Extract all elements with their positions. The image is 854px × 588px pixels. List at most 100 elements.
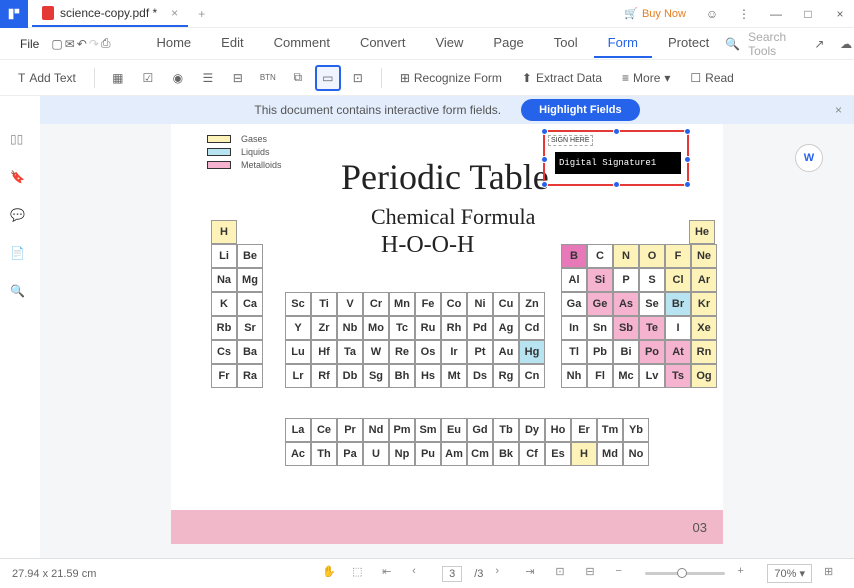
zoom-out-icon[interactable]: − [615, 565, 633, 583]
undo-icon[interactable]: ↶ [77, 32, 87, 56]
resize-handle[interactable] [684, 156, 691, 163]
resize-handle[interactable] [541, 128, 548, 135]
new-tab-button[interactable]: + [188, 7, 215, 21]
element-Kr: Kr [691, 292, 717, 316]
search-icon[interactable]: 🔍 [725, 37, 740, 51]
zoom-slider[interactable] [645, 572, 725, 575]
pdf-icon [42, 6, 54, 20]
element-Zn: Zn [519, 292, 545, 316]
resize-handle[interactable] [684, 128, 691, 135]
element-Lu: Lu [285, 340, 311, 364]
search-tools[interactable]: Search Tools [748, 30, 802, 58]
form-checkbox-icon[interactable]: ☑ [135, 65, 161, 91]
menu-tool[interactable]: Tool [540, 29, 592, 58]
doc-subtitle: Chemical Formula [371, 204, 535, 230]
redo-icon[interactable]: ↷ [89, 32, 99, 56]
menu-home[interactable]: Home [142, 29, 205, 58]
zoom-in-icon[interactable]: + [737, 565, 755, 583]
kebab-icon[interactable]: ⋮ [730, 0, 758, 28]
element-Tc: Tc [389, 316, 415, 340]
form-image-icon[interactable]: ⊡ [345, 65, 371, 91]
layout-icon[interactable]: ⊞ [824, 565, 842, 583]
fit-page-icon[interactable]: ⊡ [555, 565, 573, 583]
form-textfield-icon[interactable]: ▦ [105, 65, 131, 91]
menu-form[interactable]: Form [594, 29, 652, 58]
word-export-icon[interactable]: W [795, 144, 823, 172]
resize-handle[interactable] [613, 128, 620, 135]
element-Hf: Hf [311, 340, 337, 364]
form-date-icon[interactable]: ⧉ [285, 65, 311, 91]
element-Cu: Cu [493, 292, 519, 316]
bookmarks-icon[interactable]: 🔖 [10, 170, 30, 190]
fit-width-icon[interactable]: ⊟ [585, 565, 603, 583]
element-Nb: Nb [337, 316, 363, 340]
search-panel-icon[interactable]: 🔍 [10, 284, 30, 304]
page-total: /3 [474, 568, 483, 580]
element-Lv: Lv [639, 364, 665, 388]
zoom-value[interactable]: 70% ▾ [767, 564, 812, 583]
prev-page-icon[interactable]: ‹ [412, 565, 430, 583]
comments-icon[interactable]: 💬 [10, 208, 30, 228]
hand-tool-icon[interactable]: ✋ [322, 565, 340, 583]
document-tab[interactable]: science-copy.pdf * × [32, 1, 188, 27]
menu-page[interactable]: Page [479, 29, 537, 58]
user-icon[interactable]: ☺ [698, 0, 726, 28]
signature-field-name[interactable]: Digital Signature1 [555, 152, 681, 174]
banner-message: This document contains interactive form … [254, 103, 501, 117]
element-Bh: Bh [389, 364, 415, 388]
first-page-icon[interactable]: ⇤ [382, 565, 400, 583]
form-signature-icon[interactable]: ▭ [315, 65, 341, 91]
extract-data-button[interactable]: ⬆ Extract Data [514, 67, 610, 89]
file-menu[interactable]: File [10, 33, 49, 55]
print-icon[interactable]: ⎙ [101, 32, 111, 56]
share-icon[interactable]: ↗ [810, 32, 829, 56]
read-button[interactable]: ☐ Read [682, 67, 741, 89]
menu-comment[interactable]: Comment [260, 29, 344, 58]
menu-convert[interactable]: Convert [346, 29, 420, 58]
save-icon[interactable]: ▢ [51, 32, 62, 56]
element-S: S [639, 268, 665, 292]
attachments-icon[interactable]: 📄 [10, 246, 30, 266]
legend-label: Liquids [241, 147, 270, 157]
menu-edit[interactable]: Edit [207, 29, 257, 58]
signature-field-selected[interactable]: SIGN HERE Digital Signature1 [543, 130, 689, 186]
element-I: I [665, 316, 691, 340]
select-tool-icon[interactable]: ⬚ [352, 565, 370, 583]
element-Mo: Mo [363, 316, 389, 340]
resize-handle[interactable] [541, 181, 548, 188]
resize-handle[interactable] [613, 181, 620, 188]
next-page-icon[interactable]: › [495, 565, 513, 583]
resize-handle[interactable] [684, 181, 691, 188]
last-page-icon[interactable]: ⇥ [525, 565, 543, 583]
add-text-button[interactable]: T Add Text [10, 67, 84, 89]
mail-icon[interactable]: ✉ [65, 32, 75, 56]
element-Ce: Ce [311, 418, 337, 442]
recognize-form-button[interactable]: ⊞ Recognize Form [392, 67, 510, 89]
form-list-icon[interactable]: ⊟ [225, 65, 251, 91]
highlight-fields-button[interactable]: Highlight Fields [521, 99, 640, 121]
element-Te: Te [639, 316, 665, 340]
banner-close-icon[interactable]: × [835, 103, 842, 117]
element-La: La [285, 418, 311, 442]
menu-tabs: HomeEditCommentConvertViewPageToolFormPr… [142, 29, 723, 58]
close-button[interactable]: × [826, 0, 854, 28]
element-Pd: Pd [467, 316, 493, 340]
minimize-button[interactable]: — [762, 0, 790, 28]
form-button-icon[interactable]: BTN [255, 65, 281, 91]
menu-protect[interactable]: Protect [654, 29, 723, 58]
form-combo-icon[interactable]: ☰ [195, 65, 221, 91]
zoom-thumb[interactable] [677, 568, 687, 578]
element-Be: Be [237, 244, 263, 268]
element-Cm: Cm [467, 442, 493, 466]
element-Ra: Ra [237, 364, 263, 388]
tab-close-icon[interactable]: × [171, 6, 178, 20]
maximize-button[interactable]: □ [794, 0, 822, 28]
form-radio-icon[interactable]: ◉ [165, 65, 191, 91]
cloud-icon[interactable]: ☁ [837, 32, 854, 56]
buy-now-link[interactable]: 🛒 Buy Now [624, 7, 686, 20]
more-button[interactable]: ≡ More▾ [614, 67, 678, 89]
thumbnails-icon[interactable]: ▯▯ [10, 132, 30, 152]
menu-view[interactable]: View [421, 29, 477, 58]
titlebar: science-copy.pdf * × + 🛒 Buy Now ☺ ⋮ — □… [0, 0, 854, 28]
resize-handle[interactable] [541, 156, 548, 163]
